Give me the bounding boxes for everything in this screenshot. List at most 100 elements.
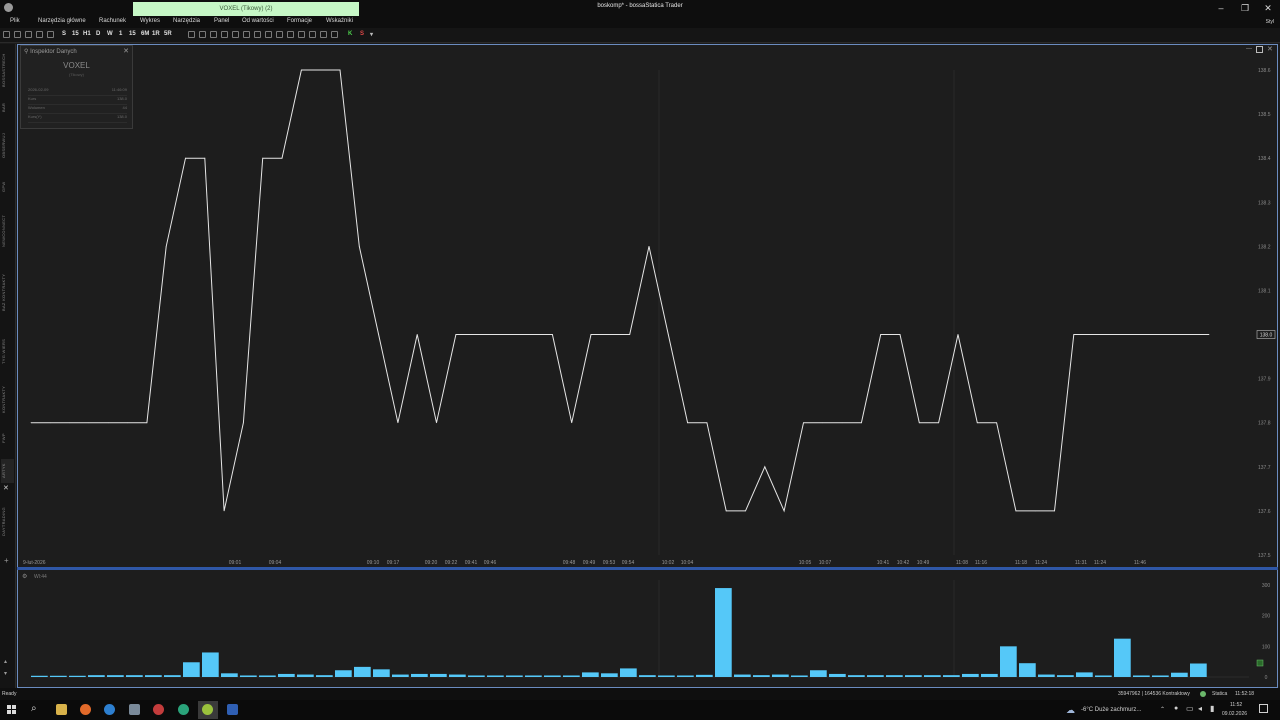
lock-icon[interactable]: [320, 31, 327, 38]
interval-d[interactable]: D: [96, 31, 100, 37]
sidebar-tab-gpw[interactable]: GPW: [1, 179, 14, 195]
battery-icon[interactable]: ▮: [1210, 704, 1214, 713]
statica-app-icon[interactable]: [202, 704, 213, 715]
restore-icon[interactable]: ❐: [1234, 1, 1256, 15]
price-chart[interactable]: 138.6 138.5 138.4 138.3 138.2 138.1 137.9 137.8…: [17, 57, 1276, 567]
interval-1r[interactable]: 1R: [152, 31, 160, 37]
sidebar-tab-obserwuj[interactable]: OBSERWUJ: [1, 128, 14, 164]
line-icon[interactable]: [47, 31, 54, 38]
interval-15[interactable]: 15: [72, 31, 79, 37]
firefox-icon[interactable]: [80, 704, 91, 715]
x-time-label: 09:22: [445, 560, 458, 566]
panel-minimize-icon[interactable]: —: [1246, 46, 1252, 52]
volume-bar: [316, 675, 333, 677]
price-point: [300, 69, 302, 71]
menu-item-narzedzia-glowne[interactable]: Narzędzia główne: [38, 18, 86, 24]
status-clock: 11:52:18: [1235, 691, 1255, 697]
rectangle-icon[interactable]: [265, 31, 272, 38]
volume-chart[interactable]: 300 200 100 0 ⚙ Wl:44: [17, 570, 1276, 686]
menu-item-rachunek[interactable]: Rachunek: [99, 18, 126, 24]
calculator-icon[interactable]: [129, 704, 140, 715]
interval-15b[interactable]: 15: [129, 31, 136, 37]
volume-bar: [50, 675, 67, 677]
weather-icon[interactable]: ☁: [1066, 705, 1075, 716]
zoom-out-icon[interactable]: [3, 31, 10, 38]
sidebar-tab-newconnect[interactable]: NEWCONNECT: [1, 209, 14, 253]
inspector-close-icon[interactable]: ✕: [123, 47, 129, 55]
style-menu[interactable]: Styl: [1266, 19, 1274, 25]
media-icon[interactable]: [153, 704, 164, 715]
sidebar-tab-daytrading[interactable]: DAYTRADING: [1, 501, 14, 543]
horizontal-line-icon[interactable]: [221, 31, 228, 38]
menu-item-narzedzia[interactable]: Narzędzia: [173, 18, 200, 24]
tray-chevron-icon[interactable]: ⌃: [1160, 706, 1165, 713]
fit-icon[interactable]: [25, 31, 32, 38]
network-icon[interactable]: ▭: [1186, 704, 1194, 713]
menu-item-panel[interactable]: Panel: [214, 18, 229, 24]
panel-close-icon[interactable]: ✕: [1267, 45, 1273, 53]
sidebar-tab-bossastrech[interactable]: BOSSASTRECH: [1, 50, 14, 90]
buy-k-button[interactable]: K: [348, 31, 352, 37]
arrow-tool-icon[interactable]: [298, 31, 305, 38]
browser-icon[interactable]: [104, 704, 115, 715]
microphone-icon[interactable]: ●: [1174, 705, 1178, 712]
taskbar-date[interactable]: 09.02.2026: [1222, 711, 1247, 717]
volume-tick-label: 100: [1262, 644, 1271, 650]
toolbar-dropdown-icon[interactable]: ▾: [370, 31, 373, 38]
interval-h1[interactable]: H1: [83, 31, 91, 37]
volume-icon[interactable]: ◂: [1198, 704, 1202, 713]
scroll-down-icon[interactable]: ▾: [4, 670, 7, 677]
chart-tab-active[interactable]: VOXEL (Tikowy) (2): [133, 2, 359, 16]
interval-s[interactable]: S: [62, 31, 66, 37]
edge-icon[interactable]: [178, 704, 189, 715]
sidebar-tab-fwp[interactable]: FWP: [1, 431, 14, 445]
close-panel-icon[interactable]: ✕: [3, 484, 9, 492]
interval-5r[interactable]: 5R: [164, 31, 172, 37]
panel-maximize-icon[interactable]: [1256, 46, 1263, 53]
x-time-label: 09:20: [425, 560, 438, 566]
cursor-icon[interactable]: [188, 31, 195, 38]
interval-6m[interactable]: 6M: [141, 31, 149, 37]
minimize-icon[interactable]: –: [1210, 1, 1232, 15]
magnet-icon[interactable]: [331, 31, 338, 38]
sidebar-tab-artyk[interactable]: ARTYK: [1, 459, 14, 483]
menu-item-plik[interactable]: Plik: [10, 18, 20, 24]
notifications-icon[interactable]: [1259, 704, 1268, 713]
status-server: Statica: [1212, 691, 1228, 697]
back-icon[interactable]: [36, 31, 43, 38]
trendline-icon[interactable]: [210, 31, 217, 38]
text-tool-icon[interactable]: [287, 31, 294, 38]
ellipse-icon[interactable]: [276, 31, 283, 38]
windows-start-icon[interactable]: [7, 705, 17, 715]
volume-bar: [487, 675, 504, 677]
close-icon[interactable]: ✕: [1257, 1, 1279, 15]
scroll-up-icon[interactable]: ▴: [4, 658, 7, 665]
sidebar-tab-baz-kontrakty[interactable]: BAZ KONTRAKTY: [1, 266, 14, 318]
interval-w[interactable]: W: [107, 31, 113, 37]
menu-item-wykres[interactable]: Wykres: [140, 18, 160, 24]
sell-s-button[interactable]: S: [360, 31, 364, 37]
menu-item-formacje[interactable]: Formacje: [287, 18, 312, 24]
sidebar-tab-tyg-wiers[interactable]: TYG.WIERS: [1, 336, 14, 366]
weather-text[interactable]: -6°C Duże zachmurz...: [1081, 707, 1141, 713]
volume-bar: [924, 675, 941, 677]
delete-drawings-icon[interactable]: [309, 31, 316, 38]
taskbar-time[interactable]: 11:52: [1230, 702, 1242, 708]
price-tick-label: 138.3: [1258, 200, 1271, 206]
fibonacci-icon[interactable]: [254, 31, 261, 38]
channel-icon[interactable]: [243, 31, 250, 38]
search-icon[interactable]: ⌕: [31, 703, 37, 714]
word-icon[interactable]: [227, 704, 238, 715]
crosshair-icon[interactable]: [199, 31, 206, 38]
add-panel-icon[interactable]: +: [4, 556, 9, 565]
sidebar-tab-bar[interactable]: BAR: [1, 99, 14, 115]
zoom-in-icon[interactable]: [14, 31, 21, 38]
price-tick-label: 138.1: [1258, 288, 1271, 294]
data-inspector-panel[interactable]: ⚲ Inspektor Danych ✕ VOXEL (Tikowy) 2026…: [20, 45, 133, 129]
interval-1[interactable]: 1: [119, 31, 122, 37]
vertical-line-icon[interactable]: [232, 31, 239, 38]
file-explorer-icon[interactable]: [56, 704, 67, 715]
sidebar-tab-kontrakty[interactable]: KONTRAKTY: [1, 379, 14, 419]
menu-item-wskazniki[interactable]: Wskaźniki: [326, 18, 353, 24]
menu-item-od-wartosci[interactable]: Od wartości: [242, 18, 274, 24]
